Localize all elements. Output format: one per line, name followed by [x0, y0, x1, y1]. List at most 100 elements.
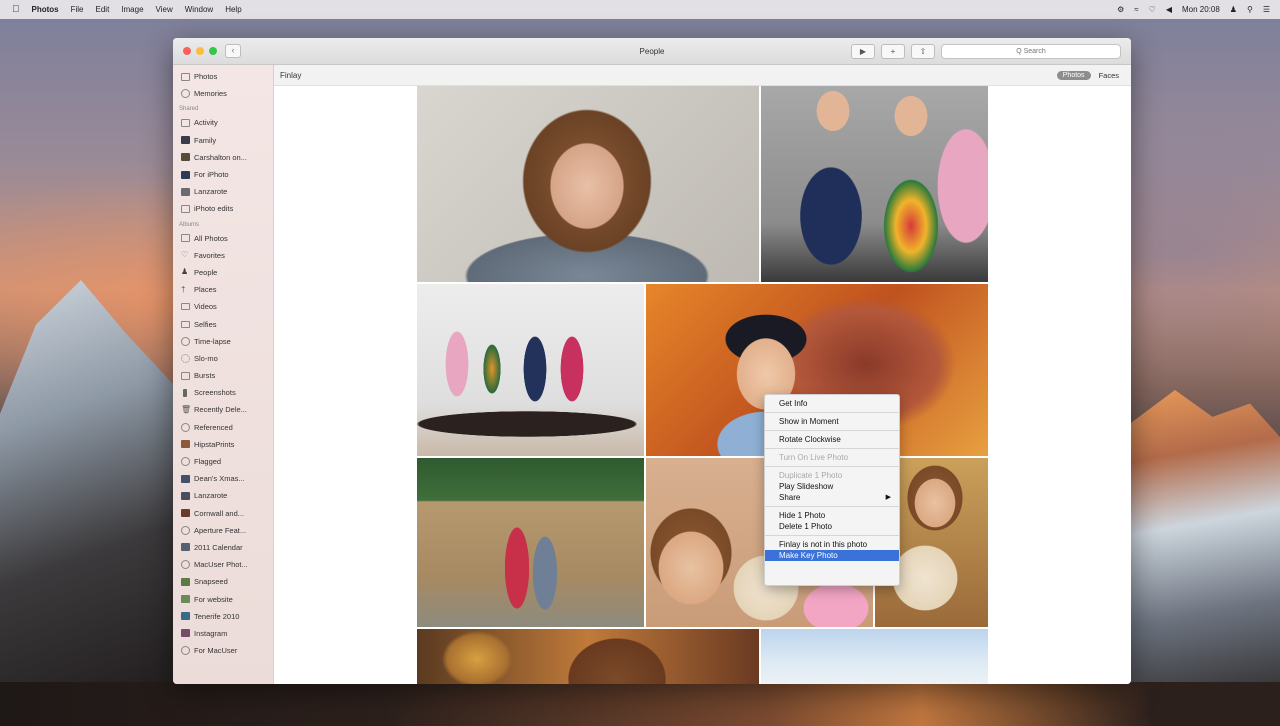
- menu-item-rotate-clockwise[interactable]: Rotate Clockwise: [765, 434, 899, 445]
- photos-window: ‹ People ▶ + ⇧ Photos Memories Shared Ac…: [173, 38, 1131, 684]
- sidebar-item-referenced[interactable]: Referenced: [173, 419, 273, 436]
- menu-app-name[interactable]: Photos: [32, 5, 59, 14]
- sidebar-item-lanzarote[interactable]: Lanzarote: [173, 487, 273, 504]
- album-thumb-icon: [181, 474, 190, 483]
- add-button[interactable]: +: [881, 43, 905, 59]
- back-button[interactable]: ‹: [225, 44, 241, 58]
- close-button[interactable]: [183, 47, 191, 55]
- content-toolbar: Finlay Photos Faces: [274, 65, 1131, 86]
- sidebar-item-videos[interactable]: Videos: [173, 298, 273, 315]
- apple-menu-icon[interactable]: : [12, 4, 20, 15]
- slideshow-button[interactable]: ▶: [851, 43, 875, 59]
- sidebar-item-carshalton[interactable]: Carshalton on...: [173, 149, 273, 166]
- menu-item-get-info[interactable]: Get Info: [765, 398, 899, 409]
- menu-item-make-key-photo[interactable]: Make Key Photo: [765, 550, 899, 561]
- sidebar-item-for-macuser[interactable]: For MacUser: [173, 642, 273, 659]
- sidebar-item-selfies[interactable]: Selfies: [173, 315, 273, 332]
- sidebar-item-for-iphoto[interactable]: For iPhoto: [173, 166, 273, 183]
- album-thumb-icon: [181, 577, 190, 586]
- zoom-button[interactable]: [209, 47, 217, 55]
- sidebar-item-recently-deleted[interactable]: 🗑 Recently Dele...: [173, 401, 273, 418]
- sidebar-item-deans-xmas[interactable]: Dean's Xmas...: [173, 470, 273, 487]
- share-button[interactable]: ⇧: [911, 43, 935, 59]
- menu-item-show-in-moment[interactable]: Show in Moment: [765, 416, 899, 427]
- sidebar-item-slo-mo[interactable]: Slo-mo: [173, 350, 273, 367]
- menu-item-hide-photo[interactable]: Hide 1 Photo: [765, 510, 899, 521]
- menu-item-share-label: Share: [779, 493, 801, 502]
- menu-separator: [765, 448, 899, 449]
- memories-icon: [181, 89, 190, 99]
- status-icon[interactable]: ⚙: [1117, 5, 1124, 14]
- menu-item-play-slideshow[interactable]: Play Slideshow: [765, 481, 899, 492]
- menu-item-not-in-photo[interactable]: Finlay is not in this photo: [765, 539, 899, 550]
- notification-center-icon[interactable]: ☰: [1263, 5, 1270, 14]
- sidebar-item-instagram[interactable]: Instagram: [173, 625, 273, 642]
- spotlight-icon[interactable]: ⚲: [1247, 5, 1253, 14]
- video-icon: [181, 303, 190, 311]
- heart-icon: ♡: [181, 250, 189, 260]
- wifi-icon[interactable]: ≈: [1134, 5, 1138, 14]
- sidebar-item-screenshots[interactable]: Screenshots: [173, 384, 273, 401]
- sidebar-item-tenerife-2010[interactable]: Tenerife 2010: [173, 608, 273, 625]
- pin-icon: †: [181, 284, 186, 294]
- sidebar-item-for-website[interactable]: For website: [173, 590, 273, 607]
- photo-thumbnail[interactable]: [417, 629, 759, 684]
- sidebar-item-macuser-phot[interactable]: MacUser Phot...: [173, 556, 273, 573]
- album-thumb-icon: [181, 187, 190, 196]
- menu-image[interactable]: Image: [121, 5, 143, 14]
- photo-thumbnail[interactable]: [417, 86, 759, 282]
- sidebar-item-favorites[interactable]: ♡ Favorites: [173, 247, 273, 264]
- menu-help[interactable]: Help: [225, 5, 241, 14]
- sidebar-item-memories[interactable]: Memories: [173, 85, 273, 102]
- volume-icon[interactable]: ◀: [1166, 5, 1172, 14]
- sidebar-item-aperture-feat[interactable]: Aperture Feat...: [173, 522, 273, 539]
- sidebar-section-albums: Albums: [179, 221, 200, 228]
- menu-item-delete-photo[interactable]: Delete 1 Photo: [765, 521, 899, 532]
- sidebar-item-iphoto-edits[interactable]: iPhoto edits: [173, 200, 273, 217]
- user-icon[interactable]: ♟: [1230, 5, 1237, 14]
- sidebar-item-cornwall[interactable]: Cornwall and...: [173, 505, 273, 522]
- sidebar-item-flagged[interactable]: Flagged: [173, 453, 273, 470]
- sidebar-item-all-photos[interactable]: All Photos: [173, 230, 273, 247]
- photo-thumbnail[interactable]: [417, 284, 644, 456]
- search-input[interactable]: [941, 43, 1121, 59]
- album-thumb-icon: [181, 136, 190, 145]
- photo-thumbnail[interactable]: [761, 86, 988, 282]
- sidebar-item-hipstaprints[interactable]: HipstaPrints: [173, 436, 273, 453]
- album-thumb-icon: [181, 612, 190, 621]
- menu-item-duplicate: Duplicate 1 Photo: [779, 471, 843, 480]
- bursts-icon: [181, 371, 190, 380]
- sidebar-item-bursts[interactable]: Bursts: [173, 367, 273, 384]
- clock[interactable]: Mon 20:08: [1182, 5, 1220, 14]
- sidebar-item-time-lapse[interactable]: Time-lapse: [173, 333, 273, 350]
- sidebar-item-snapseed[interactable]: Snapseed: [173, 573, 273, 590]
- photo-thumbnail[interactable]: [417, 458, 644, 627]
- title-bar: ‹ People ▶ + ⇧: [173, 38, 1131, 65]
- menu-file[interactable]: File: [71, 5, 84, 14]
- menu-view[interactable]: View: [156, 5, 173, 14]
- photo-image: [417, 284, 644, 456]
- sidebar-item-activity[interactable]: Activity: [173, 114, 273, 131]
- album-icon: [181, 234, 190, 243]
- sidebar-item-2011-calendar[interactable]: 2011 Calendar: [173, 539, 273, 556]
- minimize-button[interactable]: [196, 47, 204, 55]
- album-icon: [181, 646, 190, 656]
- menu-item-share[interactable]: Share ▶: [765, 492, 899, 503]
- sidebar: Photos Memories Shared Activity Family C…: [173, 65, 274, 684]
- sidebar-item-lanzarote-shared[interactable]: Lanzarote: [173, 183, 273, 200]
- heart-status-icon[interactable]: ♡: [1149, 5, 1156, 14]
- segment-photos[interactable]: Photos: [1056, 70, 1091, 80]
- album-thumb-icon: [181, 440, 190, 449]
- menu-separator: [765, 412, 899, 413]
- sidebar-item-places[interactable]: † Places: [173, 281, 273, 298]
- sidebar-item-photos[interactable]: Photos: [173, 68, 273, 85]
- menu-separator: [765, 466, 899, 467]
- sidebar-item-people[interactable]: ♟ People: [173, 264, 273, 281]
- photo-image: [417, 86, 759, 282]
- photo-thumbnail[interactable]: [761, 629, 988, 684]
- photo-image: [417, 458, 644, 627]
- menu-window[interactable]: Window: [185, 5, 213, 14]
- segment-faces[interactable]: Faces: [1099, 71, 1119, 80]
- menu-edit[interactable]: Edit: [96, 5, 110, 14]
- sidebar-item-family[interactable]: Family: [173, 132, 273, 149]
